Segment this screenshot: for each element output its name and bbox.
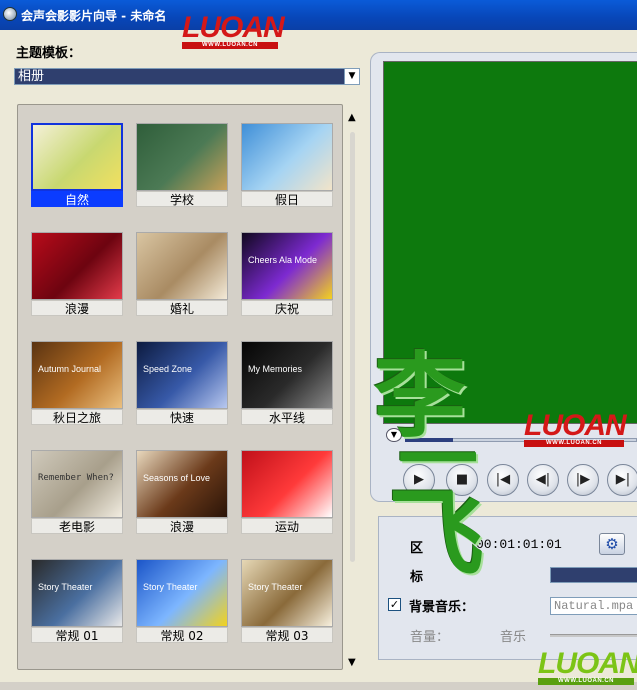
app-icon	[3, 7, 17, 21]
template-label: 学校	[136, 191, 228, 207]
template-gallery: 自然 学校 假日 浪漫 婚礼 Cheers Ala Mode 庆祝 Autumn Journa…	[17, 104, 343, 670]
template-label: 常规 01	[31, 627, 123, 643]
chevron-down-icon[interactable]: ▼	[344, 69, 359, 84]
theme-select-value: 相册	[18, 69, 45, 84]
template-label: 庆祝	[241, 300, 333, 316]
watermark-logo: LUOANWWW.LUOAN.CN	[524, 409, 627, 447]
scroll-down-icon[interactable]: ▼	[348, 657, 356, 668]
template-label: 常规 02	[136, 627, 228, 643]
template-tile[interactable]: 自然	[31, 123, 123, 208]
template-tile[interactable]: Cheers Ala Mode 庆祝	[241, 232, 333, 317]
music-volume-label: 音乐	[500, 630, 527, 645]
window-title: 会声会影影片向导 - 未命名	[21, 9, 167, 23]
go-end-button[interactable]: ▶|	[607, 464, 637, 496]
template-label: 老电影	[31, 518, 123, 534]
template-tile[interactable]: Story Theater 常规 03	[241, 559, 333, 644]
gear-icon[interactable]: ⚙	[599, 533, 625, 555]
template-thumbnail	[136, 123, 228, 191]
skip-start-icon: |◀	[495, 472, 511, 487]
template-thumbnail-text: Story Theater	[143, 582, 198, 592]
watermark-logo: LUOANWWW.LUOAN.CN	[182, 11, 285, 49]
template-thumbnail-text: Autumn Journal	[38, 364, 102, 374]
template-label: 常规 03	[241, 627, 333, 643]
template-label: 水平线	[241, 409, 333, 425]
watermark-logo: LUOANWWW.LUOAN.CN	[538, 647, 637, 685]
template-thumbnail: My Memories	[241, 341, 333, 409]
template-tile[interactable]: Story Theater 常规 02	[136, 559, 228, 644]
skip-end-icon: ▶|	[615, 472, 631, 487]
template-thumbnail: Seasons of Love	[136, 450, 228, 518]
music-file-field[interactable]: Natural.mpa	[550, 597, 637, 615]
volume-slider[interactable]	[550, 634, 637, 637]
template-thumbnail: Story Theater	[136, 559, 228, 627]
template-thumbnail-text: Story Theater	[38, 582, 93, 592]
duration-value: 00:01:01:01	[476, 537, 562, 552]
gallery-scrollbar[interactable]: ▲ ▼	[346, 104, 360, 670]
volume-label: 音量：	[410, 630, 450, 645]
template-tile[interactable]: 浪漫	[31, 232, 123, 317]
template-thumbnail	[31, 123, 123, 191]
template-thumbnail-text: Remember When?	[38, 473, 114, 483]
step-back-icon: ◀|	[535, 472, 551, 487]
template-thumbnail-text: My Memories	[248, 364, 303, 374]
template-label: 自然	[31, 191, 123, 207]
scroll-up-icon[interactable]: ▲	[348, 112, 356, 123]
template-label: 浪漫	[136, 518, 228, 534]
template-thumbnail	[136, 232, 228, 300]
template-thumbnail-text: Cheers Ala Mode	[248, 255, 318, 265]
template-thumbnail	[241, 450, 333, 518]
template-thumbnail: Story Theater	[31, 559, 123, 627]
template-tile[interactable]: Speed Zone 快速	[136, 341, 228, 426]
template-thumbnail: Speed Zone	[136, 341, 228, 409]
template-thumbnail-text: Seasons of Love	[143, 473, 211, 483]
template-thumbnail: Remember When?	[31, 450, 123, 518]
template-tile[interactable]: 学校	[136, 123, 228, 208]
step-forward-icon: |▶	[575, 472, 591, 487]
template-label: 婚礼	[136, 300, 228, 316]
scrollbar-thumb[interactable]	[350, 132, 355, 562]
template-label: 快速	[136, 409, 228, 425]
music-checkbox[interactable]: ✓	[388, 598, 401, 611]
template-tile[interactable]: Autumn Journal 秋日之旅	[31, 341, 123, 426]
template-tile[interactable]: Remember When? 老电影	[31, 450, 123, 535]
template-label: 秋日之旅	[31, 409, 123, 425]
template-label: 浪漫	[31, 300, 123, 316]
template-tile[interactable]: Story Theater 常规 01	[31, 559, 123, 644]
theme-label: 主题模板：	[16, 46, 82, 61]
next-frame-button[interactable]: |▶	[567, 464, 599, 496]
template-tile[interactable]: 运动	[241, 450, 333, 535]
music-label: 背景音乐：	[409, 600, 475, 615]
template-thumbnail-text: Story Theater	[248, 582, 303, 592]
template-tile[interactable]: 假日	[241, 123, 333, 208]
title-field[interactable]	[550, 567, 637, 583]
template-thumbnail-text: Speed Zone	[143, 364, 193, 374]
template-label: 假日	[241, 191, 333, 207]
title-bar: 会声会影影片向导 - 未命名	[0, 0, 637, 30]
template-thumbnail: Autumn Journal	[31, 341, 123, 409]
go-start-button[interactable]: |◀	[487, 464, 519, 496]
template-thumbnail	[241, 123, 333, 191]
prev-frame-button[interactable]: ◀|	[527, 464, 559, 496]
template-label: 运动	[241, 518, 333, 534]
template-tile[interactable]: Seasons of Love 浪漫	[136, 450, 228, 535]
theme-select[interactable]: 相册 ▼	[14, 68, 360, 85]
template-tile[interactable]: My Memories 水平线	[241, 341, 333, 426]
template-tile[interactable]: 婚礼	[136, 232, 228, 317]
template-thumbnail	[31, 232, 123, 300]
overlay-character: 飞	[388, 477, 484, 590]
template-thumbnail: Story Theater	[241, 559, 333, 627]
template-thumbnail: Cheers Ala Mode	[241, 232, 333, 300]
